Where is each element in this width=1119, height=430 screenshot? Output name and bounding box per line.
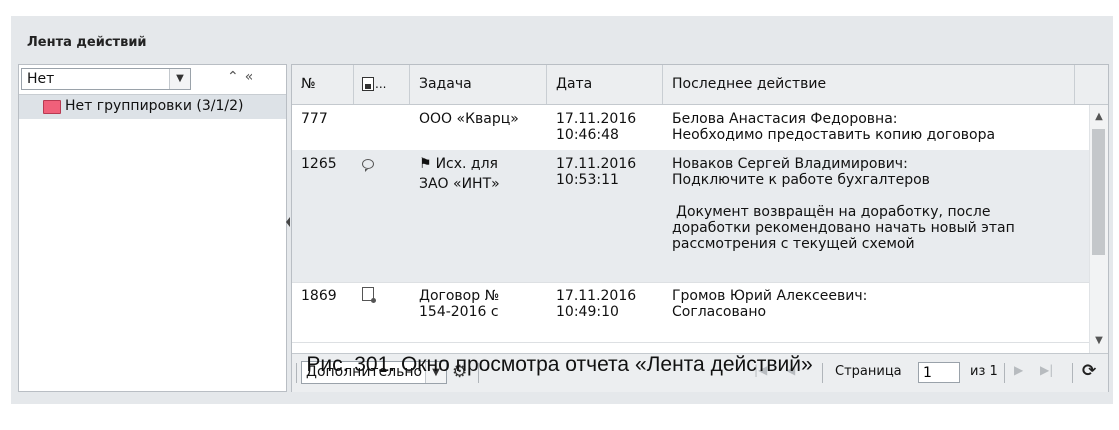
row-date: 17.11.2016 10:49:10 xyxy=(556,288,636,320)
table-row[interactable]: 1265 ⚑ Исх. для ЗАО «ИНТ» 17.11.2016 10:5… xyxy=(292,150,1089,283)
comment-icon[interactable] xyxy=(362,157,374,173)
row-task-text-2: ЗАО «ИНТ» xyxy=(419,176,500,192)
grid-body: 777 ООО «Кварц» 17.11.2016 10:46:48 Бело… xyxy=(292,105,1089,353)
grouping-select-value: Нет xyxy=(27,71,55,87)
row-action-note-1: Документ возвращён на доработку, после xyxy=(676,204,991,220)
row-task-text: Исх. для xyxy=(435,156,498,172)
pane-tools: ⌃« xyxy=(227,69,259,85)
grid-header: № ... Задача Дата Последнее действие xyxy=(292,65,1108,105)
row-last-action: Белова Анастасия Федоровна: Необходимо п… xyxy=(672,111,1082,143)
chevron-down-icon[interactable]: ▼ xyxy=(169,69,190,89)
row-action-author: Белова Анастасия Федоровна: xyxy=(672,111,898,127)
collapse-all-icon[interactable]: ⌃ xyxy=(227,69,245,85)
column-header-number[interactable]: № xyxy=(292,65,354,104)
activity-feed-panel: Лента действий Нет ▼ ⌃« Нет группировки … xyxy=(11,16,1113,404)
row-task-text: Договор № xyxy=(419,288,500,304)
row-number: 1265 xyxy=(301,156,337,172)
scrollbar-thumb[interactable] xyxy=(1092,129,1105,255)
row-task[interactable]: ⚑ Исх. для ЗАО «ИНТ» xyxy=(419,156,549,192)
folder-icon xyxy=(43,100,61,114)
row-action-author: Новаков Сергей Владимирович: xyxy=(672,156,908,172)
row-task[interactable]: Договор № 154-2016 с xyxy=(419,288,549,320)
column-header-file-label: ... xyxy=(375,77,387,91)
file-icon xyxy=(362,77,374,91)
tree-item-label: Нет группировки (3/1/2) xyxy=(65,98,244,114)
row-date: 17.11.2016 10:46:48 xyxy=(556,111,636,143)
table-row[interactable]: 1869 Договор № 154-2016 с 17.11.2016 10:… xyxy=(292,282,1089,343)
figure-caption: Рис. 301. Окно просмотра отчета «Лента д… xyxy=(306,353,813,376)
panel-title: Лента действий xyxy=(27,35,147,50)
collapse-arrow-icon[interactable] xyxy=(286,217,290,227)
row-date: 17.11.2016 10:53:11 xyxy=(556,156,636,188)
row-action-author: Громов Юрий Алексеевич: xyxy=(672,288,868,304)
row-action-text: Подключите к работе бухгалтеров xyxy=(672,172,930,188)
row-action-text: Необходимо предоставить копию договора xyxy=(672,127,996,143)
row-last-action: Громов Юрий Алексеевич: Согласовано xyxy=(672,288,1082,320)
grouping-select[interactable]: Нет ▼ xyxy=(21,68,191,90)
row-date-time: 10:49:10 xyxy=(556,304,619,320)
flag-icon: ⚑ xyxy=(419,156,432,172)
row-date-day: 17.11.2016 xyxy=(556,288,637,304)
column-header-file[interactable]: ... xyxy=(354,65,410,104)
column-header-spacer xyxy=(1075,65,1108,104)
row-task-text-2: 154-2016 с xyxy=(419,304,499,320)
vertical-scrollbar[interactable]: ▲ ▼ xyxy=(1089,105,1108,353)
row-date-day: 17.11.2016 xyxy=(556,156,637,172)
row-task[interactable]: ООО «Кварц» xyxy=(419,111,549,127)
row-date-time: 10:46:48 xyxy=(556,127,619,143)
row-number: 777 xyxy=(301,111,328,127)
row-date-time: 10:53:11 xyxy=(556,172,619,188)
row-action-note-3: рассмотрения с текущей схемой xyxy=(672,236,915,252)
row-task-text: ООО «Кварц» xyxy=(419,111,519,127)
column-header-task[interactable]: Задача xyxy=(410,65,547,104)
hide-panel-icon[interactable]: « xyxy=(245,69,260,85)
grouping-pane: Нет ▼ ⌃« Нет группировки (3/1/2) xyxy=(18,64,287,392)
row-action-text: Согласовано xyxy=(672,304,767,320)
tree-item-no-grouping[interactable]: Нет группировки (3/1/2) xyxy=(19,95,286,119)
row-number: 1869 xyxy=(301,288,337,304)
scroll-down-icon[interactable]: ▼ xyxy=(1090,333,1108,349)
row-date-day: 17.11.2016 xyxy=(556,111,637,127)
scroll-up-icon[interactable]: ▲ xyxy=(1090,109,1108,125)
table-row[interactable]: 777 ООО «Кварц» 17.11.2016 10:46:48 Бело… xyxy=(292,105,1089,151)
row-action-note-2: доработки рекомендовано начать новый эта… xyxy=(672,220,1015,236)
activity-grid: № ... Задача Дата Последнее действие 777… xyxy=(291,64,1109,392)
column-header-last-action[interactable]: Последнее действие xyxy=(663,65,1075,104)
row-last-action: Новаков Сергей Владимирович: Подключите … xyxy=(672,156,1082,252)
document-icon[interactable] xyxy=(362,287,376,305)
column-header-date[interactable]: Дата xyxy=(547,65,663,104)
